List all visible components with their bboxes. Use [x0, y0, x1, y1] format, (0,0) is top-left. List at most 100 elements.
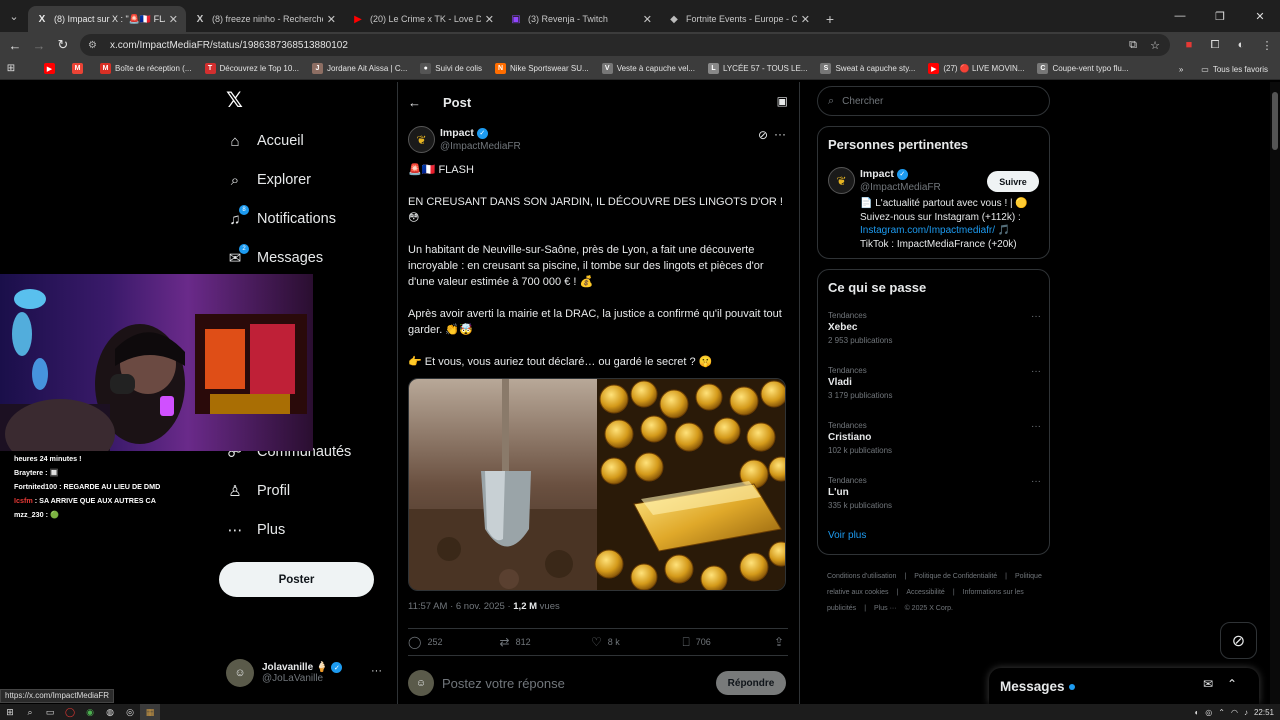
tab-close-icon[interactable]: ✕ — [801, 13, 810, 26]
bookmark-button[interactable]: ⎕ 706 — [683, 635, 775, 650]
nav-item-plus[interactable]: ⋯ Plus — [226, 516, 286, 544]
account-more-icon[interactable]: ··· — [371, 665, 382, 677]
tray-icon[interactable]: ◎ — [1205, 708, 1212, 717]
minimize-icon[interactable]: — — [1160, 0, 1200, 32]
bookmark-item[interactable]: J Jordane Ait Aissa | C... — [311, 63, 407, 74]
browser-tab[interactable]: ▶ (20) Le Crime x TK - Love D'une ✕ — [344, 6, 502, 32]
tab-close-icon[interactable]: ✕ — [327, 13, 336, 26]
page-scrollbar[interactable] — [1270, 82, 1280, 704]
opera-icon[interactable]: ◯ — [60, 704, 80, 720]
install-app-icon[interactable]: ⧉ — [1122, 34, 1144, 56]
search-input[interactable]: ⌕ Chercher — [817, 86, 1050, 116]
trend-item[interactable]: Tendances Vladi 3 179 publications ··· — [828, 366, 1041, 416]
like-button[interactable]: ♡ 8 k — [591, 635, 683, 649]
trend-more-icon[interactable]: ··· — [1031, 311, 1041, 322]
tab-close-icon[interactable]: ✕ — [485, 13, 494, 26]
relevant-avatar[interactable]: ❦ — [828, 167, 855, 194]
reply-button[interactable]: ◯ 252 — [408, 635, 500, 649]
messages-drawer[interactable]: Messages ✉ ⌃ — [989, 668, 1259, 704]
reader-mode-icon[interactable]: ▣ — [777, 94, 788, 108]
clock[interactable]: 22:51 — [1254, 708, 1274, 717]
extension-icon[interactable]: ■ — [1176, 32, 1202, 58]
nav-item-messages[interactable]: ✉ 2 Messages — [226, 244, 323, 272]
browser-tab[interactable]: X (8) Impact sur X : "🚨🇫🇷 FLASH | EN CREU… — [28, 6, 186, 32]
browser-menu-icon[interactable]: ⋮ — [1254, 32, 1280, 58]
follow-button[interactable]: Suivre — [987, 171, 1039, 192]
footer-link[interactable]: Politique de Confidentialité — [914, 573, 997, 580]
reply-input[interactable]: Postez votre réponse — [442, 676, 565, 691]
all-bookmarks[interactable]: Tous les favoris — [1213, 65, 1268, 74]
bookmark-item[interactable]: ▶ (27) 🔴 LIVE MOVIN... — [928, 63, 1024, 74]
chrome-icon[interactable]: ◉ — [80, 704, 100, 720]
file-explorer-icon[interactable]: ▭ — [40, 704, 60, 720]
see-more-link[interactable]: Voir plus — [828, 530, 866, 541]
volume-icon[interactable]: ♪ — [1244, 708, 1248, 717]
wifi-icon[interactable]: ◠ — [1231, 708, 1238, 717]
tab-search-icon[interactable]: ⌄ — [0, 0, 28, 32]
trend-more-icon[interactable]: ··· — [1031, 476, 1041, 487]
search-icon[interactable]: ⌕ — [20, 704, 40, 720]
author-handle[interactable]: @ImpactMediaFR — [440, 141, 521, 152]
app-icon[interactable]: ▦ — [140, 704, 160, 720]
bookmarks-overflow-icon[interactable]: » — [1179, 65, 1183, 74]
back-icon[interactable]: ← — [3, 33, 27, 57]
footer-link[interactable]: © 2025 X Corp. — [905, 605, 953, 612]
relevant-name[interactable]: Impact ✓ — [860, 168, 908, 180]
browser-tab[interactable]: X (8) freeze ninho - Recherche / X ✕ — [186, 6, 344, 32]
tab-close-icon[interactable]: ✕ — [643, 13, 652, 26]
bookmark-item[interactable]: V Veste à capuche vel... — [601, 63, 695, 74]
maximize-icon[interactable]: ❐ — [1200, 0, 1240, 32]
reload-icon[interactable]: ↻ — [51, 33, 75, 57]
trend-more-icon[interactable]: ··· — [1031, 366, 1041, 377]
new-message-icon[interactable]: ✉ — [1203, 677, 1213, 691]
bookmark-item[interactable]: M Boîte de réception (... — [100, 63, 192, 74]
share-button[interactable]: ⇪ — [774, 635, 788, 649]
tab-close-icon[interactable]: ✕ — [169, 13, 178, 26]
expand-icon[interactable]: ⌃ — [1227, 677, 1237, 691]
trend-item[interactable]: Tendances Cristiano 102 k publications ··· — [828, 421, 1041, 471]
account-switcher[interactable]: ☺ Jolavanille 🍦 ✓ @JoLaVanille ··· — [226, 656, 386, 690]
bookmark-item[interactable]: T Découvrez le Top 10... — [204, 63, 299, 74]
instagram-link[interactable]: Instagram.com/Impactmediafr/ — [860, 225, 995, 236]
post-button[interactable]: Poster — [219, 562, 374, 597]
footer-link[interactable]: Accessibilité — [906, 589, 945, 596]
bookmark-item[interactable]: ▶ — [44, 63, 59, 74]
nav-item-profil[interactable]: ♙ Profil — [226, 477, 290, 505]
nav-item-notifications[interactable]: ♫ 8 Notifications — [226, 205, 336, 233]
bookmark-item[interactable]: N Nike Sportswear SU... — [494, 63, 589, 74]
relevant-handle[interactable]: @ImpactMediaFR — [860, 182, 941, 193]
address-bar[interactable]: ⚙ x.com/ImpactMediaFR/status/19863873685… — [80, 34, 1170, 56]
discord-icon[interactable]: ◍ — [100, 704, 120, 720]
author-avatar[interactable]: ❦ — [408, 126, 435, 153]
close-window-icon[interactable]: ✕ — [1240, 0, 1280, 32]
x-logo-icon[interactable]: 𝕏 — [226, 90, 246, 112]
apps-grid-icon[interactable]: ⊞ — [0, 63, 22, 74]
extensions-puzzle-icon[interactable]: ⧠ — [1202, 32, 1228, 58]
grok-icon[interactable]: ⊘ — [758, 128, 768, 142]
bookmark-item[interactable]: M — [72, 63, 87, 74]
back-arrow-icon[interactable]: ← — [408, 95, 421, 110]
repost-button[interactable]: ⇄ 812 — [500, 635, 592, 649]
profile-avatar-icon[interactable]: ◐ — [1228, 32, 1254, 58]
nav-item-explorer[interactable]: ⌕ Explorer — [226, 166, 311, 194]
trend-more-icon[interactable]: ··· — [1031, 421, 1041, 432]
bookmark-item[interactable]: C Coupe-vent typo flu... — [1037, 63, 1129, 74]
browser-tab[interactable]: ◆ Fortnite Events - Europe - Comp ✕ — [660, 6, 818, 32]
scrollbar-thumb[interactable] — [1272, 92, 1278, 150]
trend-item[interactable]: Tendances Xebec 2 953 publications ··· — [828, 311, 1041, 361]
bookmark-item[interactable]: S Sweat à capuche sty... — [820, 63, 915, 74]
new-tab-button[interactable]: + — [818, 6, 842, 32]
tray-icon[interactable]: ⌃ — [1218, 708, 1225, 717]
footer-link[interactable]: Plus ··· — [874, 605, 897, 612]
grok-button[interactable]: ⊘ — [1220, 622, 1257, 659]
nav-item-accueil[interactable]: ⌂ Accueil — [226, 127, 303, 155]
bookmark-item[interactable]: ● Suivi de colis — [420, 63, 482, 74]
bookmark-star-icon[interactable]: ☆ — [1144, 34, 1166, 56]
site-info-icon[interactable]: ⚙ — [88, 40, 102, 51]
post-more-icon[interactable]: ··· — [774, 127, 786, 141]
browser-tab[interactable]: ▣ (3) Revenja - Twitch ✕ — [502, 6, 660, 32]
footer-link[interactable]: Conditions d'utilisation — [827, 573, 896, 580]
bookmark-item[interactable]: L LYCÉE 57 - TOUS LE... — [707, 63, 807, 74]
trend-item[interactable]: Tendances L'un 335 k publications ··· — [828, 476, 1041, 526]
windows-start-icon[interactable]: ⊞ — [0, 704, 20, 720]
